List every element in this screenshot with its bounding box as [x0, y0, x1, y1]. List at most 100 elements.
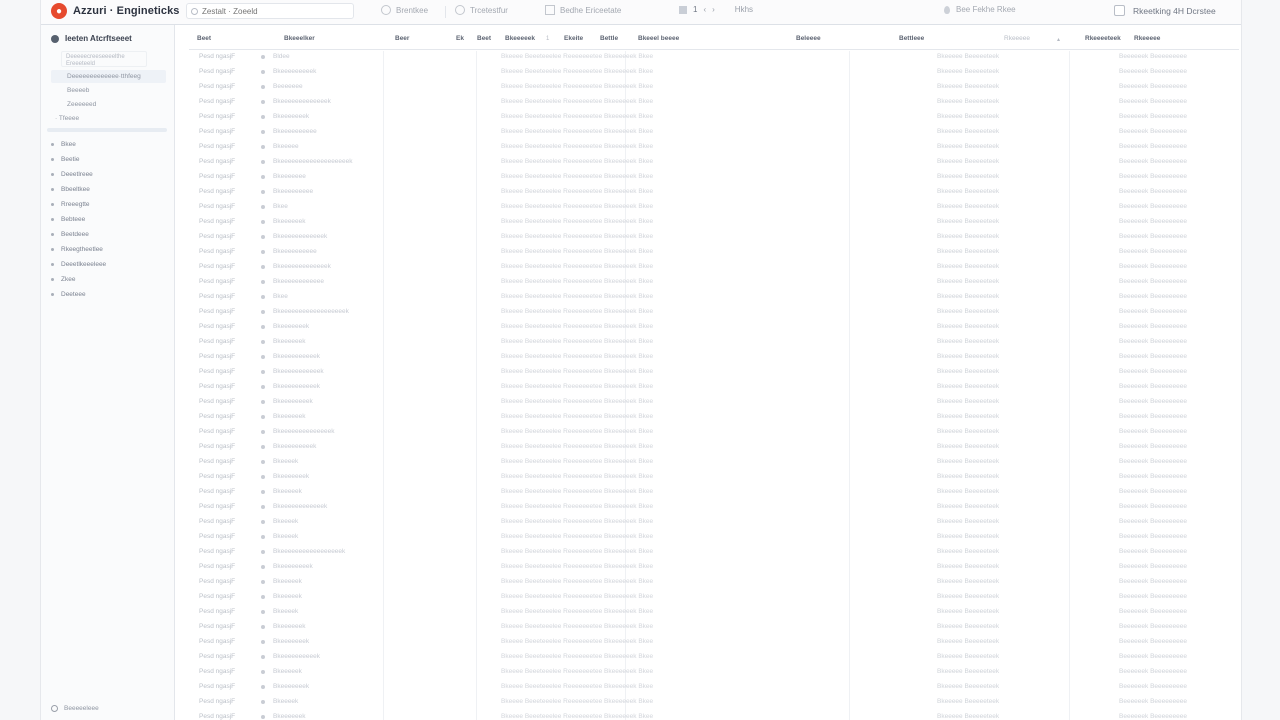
toolbar-item-1[interactable]: Brentkee [381, 5, 428, 15]
sidebar-item[interactable]: Deeetlkeeeleee [51, 257, 106, 272]
sidebar-item[interactable]: Deeetlreee [51, 167, 106, 182]
sidebar-item[interactable]: Rreeegtte [51, 197, 106, 212]
table-row[interactable]: Pesd ngasjF Bkeeeek Bkeeee Beeeteeelee Ree… [189, 695, 1239, 710]
column-header[interactable]: Beet [477, 35, 491, 42]
table-row[interactable]: Pesd ngasjF Bkeeeeeeeeeeee Bkeeee Beeeteee… [189, 275, 1239, 290]
table-row[interactable]: Pesd ngasjF Bkeeeeeeeee Bkeeee Beeeteeelee… [189, 185, 1239, 200]
sidebar-selected-item[interactable]: Deeeeeeeeeeeee·tthfeeg [51, 70, 166, 83]
search-input[interactable] [198, 6, 342, 16]
column-header[interactable]: Bkeeel beeee [638, 35, 679, 42]
table-row[interactable]: Pesd ngasjF Bkeeeeeek Bkeeee Beeeteeelee R… [189, 710, 1239, 720]
row-category-cell: Bkeeeeeeeeee [273, 128, 317, 135]
pager-next-icon[interactable]: › [712, 5, 715, 14]
table-row[interactable]: Pesd ngasjF Bkeeeek Bkeeee Beeeteeelee Ree… [189, 455, 1239, 470]
row-name-cell: Pesd ngasjF [199, 113, 236, 120]
table-row[interactable]: Pesd ngasjF Bkeeeeeeeeeeeek Bkeeee Beeetee… [189, 500, 1239, 515]
location-filter[interactable]: Bee Fekhe Rkee [944, 5, 1016, 14]
column-header[interactable]: Bkeeeeek [505, 35, 535, 42]
pager-prev-icon[interactable]: ‹ [703, 5, 706, 14]
table-row[interactable]: Pesd ngasjF Bkeeeeeek Bkeeee Beeeteeelee R… [189, 335, 1239, 350]
table-row[interactable]: Pesd ngasjF Bkeeeeeee Bkeeee Beeeteeelee R… [189, 170, 1239, 185]
table-row[interactable]: Pesd ngasjF Bkeeeeek Bkeeee Beeeteeelee Re… [189, 575, 1239, 590]
column-header[interactable]: Rkeeeeteek [1085, 35, 1121, 42]
sidebar-sub-item[interactable]: Zeeeeeed [67, 101, 96, 108]
table-row[interactable]: Pesd ngasjF Bkeeeeeeeeeeeeeeeeeeek Bkeeee … [189, 155, 1239, 170]
circle-icon [381, 5, 391, 15]
table-row[interactable]: Pesd ngasjF Bkeeeeeek Bkeeee Beeeteeelee R… [189, 410, 1239, 425]
table-row[interactable]: Pesd ngasjF Bkeeeeeeeeeek Bkeeee Beeeteeel… [189, 650, 1239, 665]
table-row[interactable]: Pesd ngasjF Bkeeeek Bkeeee Beeeteeelee Ree… [189, 515, 1239, 530]
checkbox-icon[interactable] [1114, 5, 1125, 16]
toolbar-checkbox[interactable]: Rkeetking 4H Dcrstee [1114, 5, 1216, 16]
column-header[interactable]: Bettleee [899, 35, 924, 42]
column-header[interactable]: Rkeeeee [1004, 35, 1030, 42]
sidebar-item[interactable]: Bebteee [51, 212, 106, 227]
sort-icon[interactable]: 1 [546, 36, 549, 42]
table-row[interactable]: Pesd ngasjF Bkeeeee Bkeeee Beeeteeelee Ree… [189, 140, 1239, 155]
row-category-cell: Bldee [273, 53, 290, 60]
table-row[interactable]: Pesd ngasjF Bkee Bkeeee Beeeteeelee Reeeee… [189, 200, 1239, 215]
table-row[interactable]: Pesd ngasjF Bkeeeeek Bkeeee Beeeteeelee Re… [189, 485, 1239, 500]
column-header[interactable]: Ek [456, 35, 464, 42]
table-row[interactable]: Pesd ngasjF Bkeeeeeeeeeeeeeeeeeek Bkeeee B… [189, 305, 1239, 320]
table-row[interactable]: Pesd ngasjF Bkeeeeeeeek Bkeeee Beeeteeelee… [189, 560, 1239, 575]
sidebar-sub-item[interactable]: Beeeeb [67, 87, 89, 94]
column-header[interactable]: Beer [395, 35, 409, 42]
table-row[interactable]: Pesd ngasjF Bkeeeeeeeeeeeeek Bkeeee Beeete… [189, 95, 1239, 110]
search-box[interactable] [186, 3, 354, 19]
sidebar-item[interactable]: Rkeegtheetlee [51, 242, 106, 257]
table-row[interactable]: Pesd ngasjF Bkeeeeeeeeee Bkeeee Beeeteeele… [189, 245, 1239, 260]
table-row[interactable]: Pesd ngasjF Bkeeeek Bkeeee Beeeteeelee Ree… [189, 530, 1239, 545]
table-row[interactable]: Pesd ngasjF Bkeeeeeeeeeeek Bkeeee Beeeteee… [189, 365, 1239, 380]
toolbar-item-3[interactable]: Bedhe Ericeetate [545, 5, 621, 15]
table-row[interactable]: Pesd ngasjF Bkeeeeeeek Bkeeee Beeeteeelee … [189, 635, 1239, 650]
row-status-cell: Bkeeeee Beeeeeteek [937, 533, 1000, 540]
table-row[interactable]: Pesd ngasjF Beeeeeee Bkeeee Beeeteeelee Re… [189, 80, 1239, 95]
sort-asc-icon[interactable]: ▴ [1057, 36, 1060, 43]
table-row[interactable]: Pesd ngasjF Bkeeeeeeeeeeeek Bkeeee Beeetee… [189, 230, 1239, 245]
table-row[interactable]: Pesd ngasjF Bkeeeeeeek Bkeeee Beeeteeelee … [189, 320, 1239, 335]
column-header[interactable]: Rkeeeee [1134, 35, 1160, 42]
sidebar-item[interactable]: Deeteee [51, 287, 106, 302]
table-row[interactable]: Pesd ngasjF Bkeeeeek Bkeeee Beeeteeelee Re… [189, 665, 1239, 680]
row-category-cell: Bkeeeeeeeeeek [273, 383, 320, 390]
table-row[interactable]: Pesd ngasjF Bkeeeeeeek Bkeeee Beeeteeelee … [189, 110, 1239, 125]
sidebar-item[interactable]: Bkee [51, 137, 106, 152]
table-row[interactable]: Pesd ngasjF Bkeeeeeeeeek Bkeeee Beeeteeele… [189, 440, 1239, 455]
table-row[interactable]: Pesd ngasjF Bkeeeeeeeeeeeeek Bkeeee Beeete… [189, 260, 1239, 275]
table-row[interactable]: Pesd ngasjF Bkeeeeeeeeeek Bkeeee Beeeteeel… [189, 380, 1239, 395]
sidebar-dim-item[interactable]: · Tfeeee [55, 115, 79, 122]
table-row[interactable]: Pesd ngasjF Bkee Bkeeee Beeeteeelee Reeeee… [189, 290, 1239, 305]
row-owner-cell: Beeeeeek Beeeeeeeee [1119, 248, 1187, 255]
row-detail-cell: Bkeeee Beeeteeelee Reeeeeeetee Bkeeeeeek… [501, 278, 654, 285]
sidebar-item[interactable]: Beetdeee [51, 227, 106, 242]
sidebar-header[interactable]: Ieeten Atcrftseeet [51, 34, 132, 43]
column-header[interactable]: Bkeeelker [284, 35, 315, 42]
table-row[interactable]: Pesd ngasjF Bkeeeek Bkeeee Beeeteeelee Ree… [189, 605, 1239, 620]
table-row[interactable]: Pesd ngasjF Bkeeeeeeeeeeeeeek Bkeeee Beeet… [189, 425, 1239, 440]
row-bullet-icon [261, 385, 265, 389]
table-row[interactable]: Pesd ngasjF Bkeeeeeeek Bkeeee Beeeteeelee … [189, 470, 1239, 485]
table-row[interactable]: Pesd ngasjF Bkeeeeeeeeeek Bkeeee Beeeteeel… [189, 350, 1239, 365]
sidebar-item[interactable]: Beetie [51, 152, 106, 167]
column-header[interactable]: Ekeite [564, 35, 583, 42]
column-header[interactable]: Bettle [600, 35, 618, 42]
column-header[interactable]: Beet [197, 35, 211, 42]
grid-icon[interactable] [679, 5, 687, 14]
table-row[interactable]: Pesd ngasjF Bkeeeeeeek Bkeeee Beeeteeelee … [189, 680, 1239, 695]
toolbar-item-2[interactable]: Trcetestfur [455, 5, 508, 15]
pager-current[interactable]: 1 [693, 5, 697, 14]
column-header[interactable]: Beleeee [796, 35, 821, 42]
table-row[interactable]: Pesd ngasjF Bkeeeeeeeeek Bkeeee Beeeteeele… [189, 65, 1239, 80]
table-row[interactable]: Pesd ngasjF Bkeeeeek Bkeeee Beeeteeelee Re… [189, 590, 1239, 605]
sidebar-item[interactable]: Bbeeltkee [51, 182, 106, 197]
sidebar-item[interactable]: Zkee [51, 272, 106, 287]
table-row[interactable]: Pesd ngasjF Bkeeeeeeeek Bkeeee Beeeteeelee… [189, 395, 1239, 410]
table-row[interactable]: Pesd ngasjF Bkeeeeeeeeee Bkeeee Beeeteeele… [189, 125, 1239, 140]
table-row[interactable]: Pesd ngasjF Bkeeeeeeeeeeeeeeeeek Bkeeee Be… [189, 545, 1239, 560]
table-row[interactable]: Pesd ngasjF Bkeeeeeek Bkeeee Beeeteeelee R… [189, 215, 1239, 230]
table-row[interactable]: Pesd ngasjF Bkeeeeeek Bkeeee Beeeteeelee R… [189, 620, 1239, 635]
row-status-cell: Bkeeeee Beeeeeteek [937, 593, 1000, 600]
sidebar-footer[interactable]: Beeeeeleee [51, 705, 99, 712]
table-row[interactable]: Pesd ngasjF Bldee Bkeeee Beeeteeelee Reeee… [189, 50, 1239, 65]
